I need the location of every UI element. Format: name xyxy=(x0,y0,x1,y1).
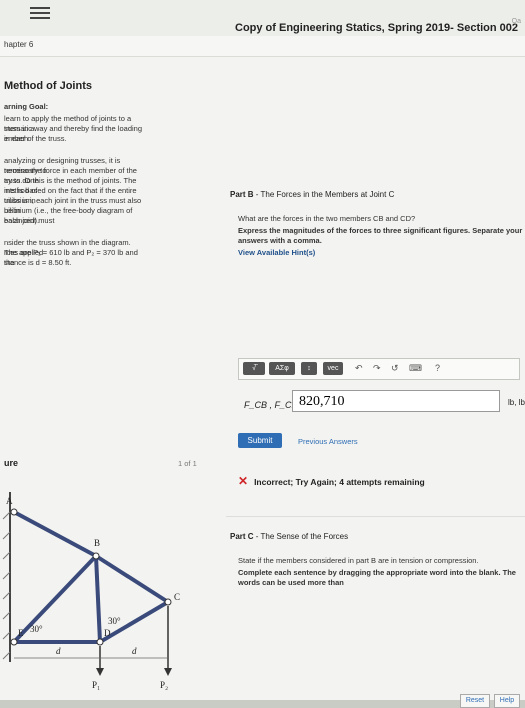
load-label-p1: P₁ xyxy=(92,680,100,690)
label-b: B xyxy=(94,538,100,548)
part-c-line: State if the members considered in part … xyxy=(238,556,479,565)
submit-button[interactable]: Submit xyxy=(238,433,282,448)
divider xyxy=(226,516,525,517)
part-b-header[interactable]: Part B - The Forces in the Members at Jo… xyxy=(230,190,394,199)
load-label-p2: P₂ xyxy=(160,680,168,690)
part-c-label: Part C xyxy=(230,532,254,541)
figure-label: ure xyxy=(4,458,19,468)
dimension-label: d xyxy=(132,646,137,656)
label-a: A xyxy=(6,496,13,506)
redo-icon[interactable]: ↷ xyxy=(373,363,381,374)
previous-answers-link[interactable]: Previous Answers xyxy=(298,437,358,446)
help-icon[interactable]: ? xyxy=(435,363,440,373)
answer-pane: Part B - The Forces in the Members at Jo… xyxy=(226,58,525,708)
learning-goal-label: arning Goal: xyxy=(4,102,49,111)
angle-label: 30° xyxy=(30,624,43,634)
math-toolbar: √̅ AΣφ ↕ vec ↶ ↷ ↺ ⌨ ? xyxy=(238,358,520,380)
angle-label: 30° xyxy=(108,616,121,626)
reset-button[interactable]: Reset xyxy=(460,694,490,708)
vector-button[interactable]: vec xyxy=(323,362,343,375)
part-b-instruction: Express the magnitudes of the forces to … xyxy=(238,226,523,245)
goal-line: ember of the truss. xyxy=(4,134,67,143)
truss-diagram: A B C D E 30° 30° d d P₁ P₂ xyxy=(2,492,180,690)
label-c: C xyxy=(174,592,180,602)
arrows-button[interactable]: ↕ xyxy=(301,362,317,375)
reset-icon[interactable]: ↺ xyxy=(391,363,399,374)
keyboard-icon[interactable]: ⌨ xyxy=(409,363,422,374)
breadcrumb: hapter 6 xyxy=(0,36,525,57)
label-d: D xyxy=(104,628,111,638)
qa-link[interactable]: Qa xyxy=(512,18,521,25)
problem-line: stance is d = 8.50 ft. xyxy=(4,258,72,267)
part-c-header[interactable]: Part C - The Sense of the Forces xyxy=(230,532,348,541)
part-c-title: - The Sense of the Forces xyxy=(253,532,349,541)
feedback-text: Incorrect; Try Again; 4 attempts remaini… xyxy=(254,477,425,487)
screen: Copy of Engineering Statics, Spring 2019… xyxy=(0,0,525,708)
figure-pager[interactable]: 1 of 1 xyxy=(178,459,197,468)
course-title: Copy of Engineering Statics, Spring 2019… xyxy=(235,22,519,34)
analysis-line: balanced). xyxy=(4,216,40,225)
part-b-title: - The Forces in the Members at Joint C xyxy=(253,190,395,199)
part-b-label: Part B xyxy=(230,190,254,199)
section-title: Method of Joints xyxy=(4,80,92,92)
part-c-line: Complete each sentence by dragging the a… xyxy=(238,568,516,587)
templates-button[interactable]: √̅ xyxy=(243,362,265,375)
answer-input[interactable]: 820,710 xyxy=(292,390,500,412)
label-e: E xyxy=(18,628,24,638)
hints-link[interactable]: View Available Hint(s) xyxy=(238,248,315,257)
undo-icon[interactable]: ↶ xyxy=(355,363,363,374)
top-bar: Copy of Engineering Statics, Spring 2019… xyxy=(0,0,525,37)
help-button[interactable]: Help xyxy=(494,694,520,708)
answer-units: lb, lb xyxy=(508,398,525,407)
greek-button[interactable]: AΣφ xyxy=(269,362,295,375)
chapter-label[interactable]: hapter 6 xyxy=(4,40,33,49)
problem-pane: Method of Joints arning Goal: learn to a… xyxy=(0,58,218,698)
part-b-question: What are the forces in the two members C… xyxy=(238,214,416,223)
hamburger-menu-icon[interactable] xyxy=(30,4,50,22)
feedback-message: ✕ Incorrect; Try Again; 4 attempts remain… xyxy=(238,474,425,488)
dimension-label: d xyxy=(56,646,61,656)
incorrect-icon: ✕ xyxy=(238,474,249,488)
